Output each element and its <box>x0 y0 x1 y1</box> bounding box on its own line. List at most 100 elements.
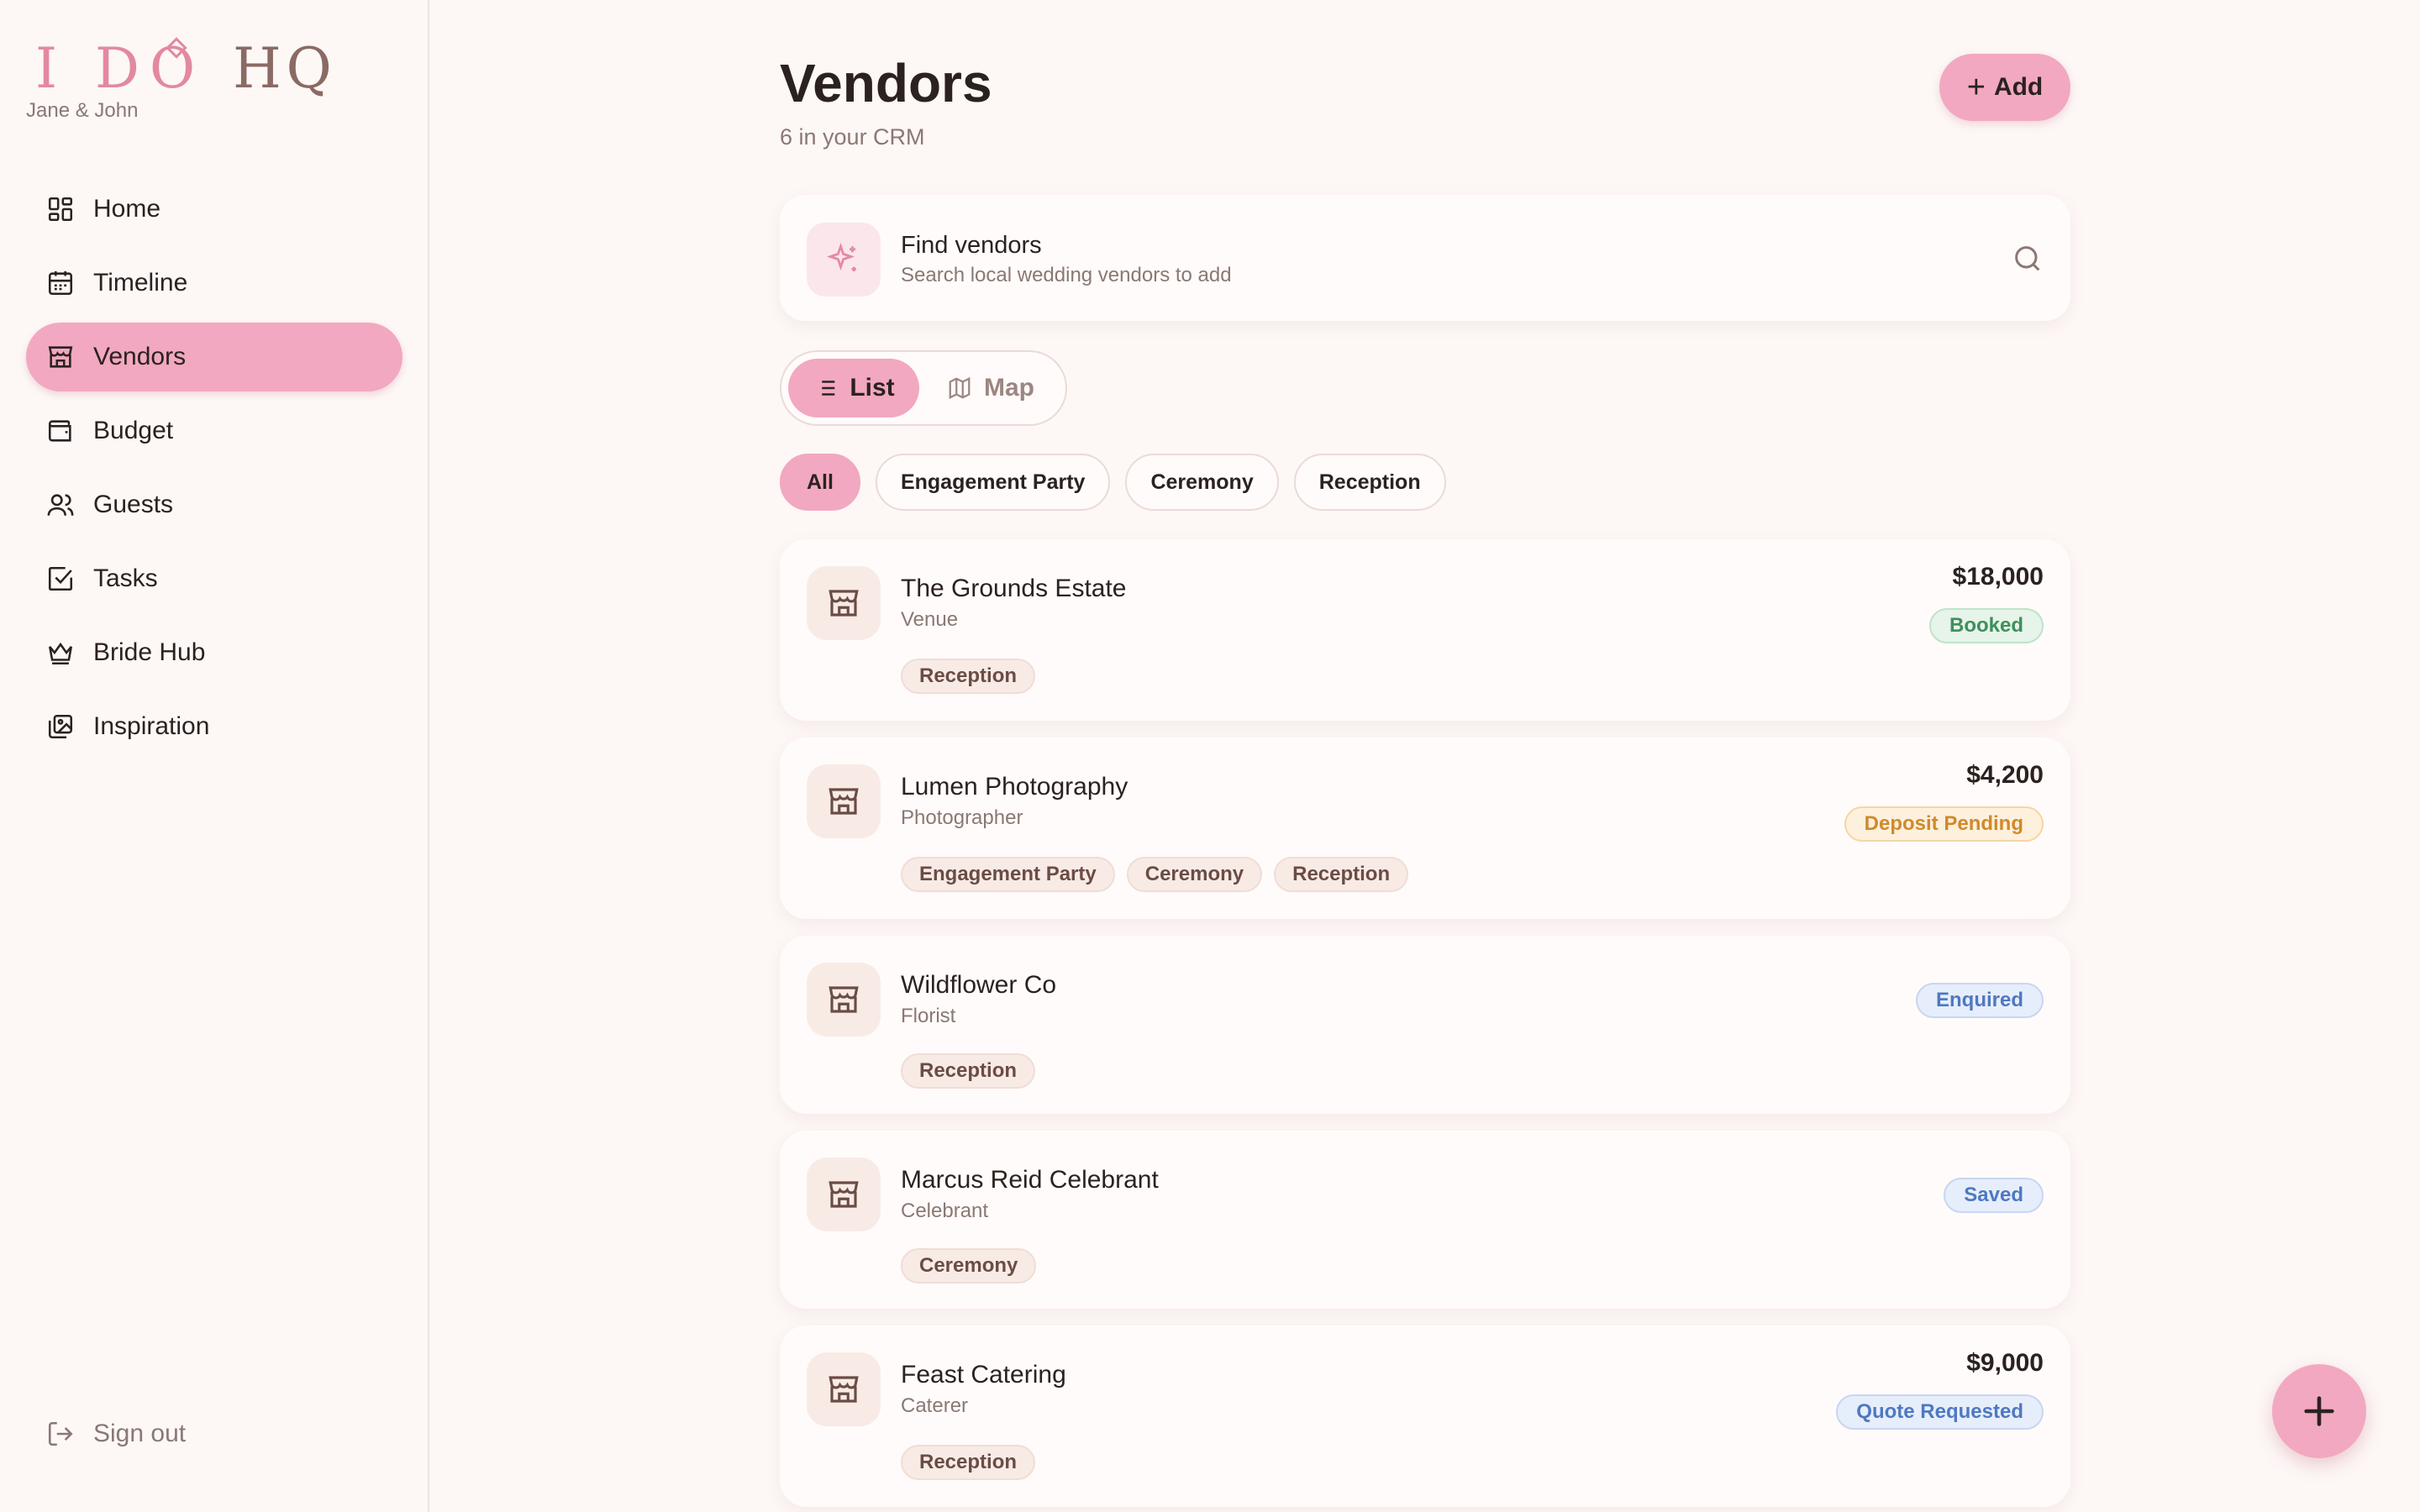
images-icon <box>48 714 73 739</box>
sidebar-item-label: Bride Hub <box>93 638 206 666</box>
status-badge: Enquired <box>1915 983 2044 1018</box>
store-icon <box>829 788 859 815</box>
calendar-icon <box>48 270 73 296</box>
store-icon <box>829 986 859 1013</box>
couple-name: Jane & John <box>26 99 139 122</box>
vendor-icon-box <box>807 1158 881 1231</box>
store-icon <box>48 346 73 368</box>
sidebar-item-label: Vendors <box>93 343 187 370</box>
vendor-tags: Reception <box>901 1445 1047 1480</box>
vendor-tags: Reception <box>901 659 1047 694</box>
filter-chip-all[interactable]: All <box>780 454 860 511</box>
search-icon[interactable] <box>2011 242 2044 276</box>
sidebar-item-inspiration[interactable]: Inspiration <box>26 692 402 761</box>
vendor-icon-box <box>807 566 881 640</box>
vendor-category: Photographer <box>901 806 1023 829</box>
sign-out-button[interactable]: Sign out <box>46 1420 186 1448</box>
sidebar-nav: Home Timeline Vendors Budget Guests Task… <box>26 175 402 766</box>
vendor-name: Lumen Photography <box>901 773 1128 801</box>
grid-icon <box>48 197 73 222</box>
filter-chip-engagement-party[interactable]: Engagement Party <box>875 454 1111 511</box>
logo-text: I DO <box>35 36 206 101</box>
status-badge: Quote Requested <box>1836 1394 2044 1430</box>
logo-hq: HQ <box>233 36 337 101</box>
sparkle-icon <box>826 242 856 271</box>
list-view-button[interactable]: List <box>788 359 919 417</box>
vendor-tag: Reception <box>901 659 1036 694</box>
sidebar-item-guests[interactable]: Guests <box>26 470 402 539</box>
vendor-icon-box <box>807 764 881 838</box>
store-icon <box>829 1376 859 1403</box>
vendor-tag: Reception <box>1274 857 1409 892</box>
vendor-count: 6 in your CRM <box>780 124 925 150</box>
plus-icon <box>2304 1396 2334 1426</box>
sidebar-item-budget[interactable]: Budget <box>26 396 402 465</box>
sidebar-item-label: Inspiration <box>93 712 210 740</box>
floating-add-button[interactable] <box>2272 1364 2366 1458</box>
vendor-tag: Reception <box>901 1053 1036 1089</box>
vendor-tag: Engagement Party <box>901 857 1115 892</box>
vendor-category: Caterer <box>901 1394 969 1417</box>
status-badge: Booked <box>1928 608 2044 643</box>
sidebar-item-vendors[interactable]: Vendors <box>26 323 402 391</box>
vendor-category: Celebrant <box>901 1200 989 1222</box>
store-icon <box>829 590 859 617</box>
app-logo[interactable]: I DO HQ <box>35 37 337 101</box>
vendor-tag: Reception <box>901 1445 1036 1480</box>
sidebar-item-label: Tasks <box>93 564 158 592</box>
check-square-icon <box>48 566 73 591</box>
vendor-name: The Grounds Estate <box>901 575 1127 602</box>
sidebar-item-label: Budget <box>93 417 174 444</box>
map-view-label: Map <box>984 374 1034 402</box>
wallet-icon <box>48 420 71 442</box>
sidebar-item-label: Home <box>93 195 161 223</box>
vendor-category: Venue <box>901 608 959 631</box>
sidebar-item-bride-hub[interactable]: Bride Hub <box>26 618 402 687</box>
sidebar-item-tasks[interactable]: Tasks <box>26 544 402 613</box>
vendor-price: $18,000 <box>1952 563 2044 591</box>
vendor-card[interactable]: Feast Catering Caterer Reception $9,000 … <box>780 1326 2070 1507</box>
status-badge: Saved <box>1944 1178 2044 1213</box>
users-icon <box>47 494 74 516</box>
vendor-name: Feast Catering <box>901 1361 1066 1389</box>
page-title: Vendors <box>780 53 992 113</box>
vendor-tag: Ceremony <box>901 1248 1037 1284</box>
find-vendors-title: Find vendors <box>901 232 1042 259</box>
list-view-label: List <box>850 374 895 402</box>
sidebar: I DO HQ Jane & John Home Timeline Vendor… <box>0 0 429 1512</box>
vendor-name: Marcus Reid Celebrant <box>901 1166 1159 1194</box>
vendor-tags: Ceremony <box>901 1248 1048 1284</box>
vendor-price: $9,000 <box>1966 1349 2044 1377</box>
view-toggle: List Map <box>780 350 1067 426</box>
vendor-card[interactable]: Lumen Photography Photographer Engagemen… <box>780 738 2070 919</box>
find-vendors-card[interactable]: Find vendors Search local wedding vendor… <box>780 195 2070 321</box>
find-vendors-icon-box <box>807 223 881 297</box>
list-icon <box>817 381 835 396</box>
vendor-card[interactable]: Wildflower Co Florist Reception Enquired <box>780 936 2070 1114</box>
add-vendor-button[interactable]: + Add <box>1939 54 2070 121</box>
vendor-tags: Reception <box>901 1053 1047 1089</box>
store-icon <box>829 1181 859 1208</box>
filter-chip-ceremony[interactable]: Ceremony <box>1125 454 1279 511</box>
sidebar-item-home[interactable]: Home <box>26 175 402 244</box>
vendor-card[interactable]: The Grounds Estate Venue Reception $18,0… <box>780 539 2070 721</box>
vendor-icon-box <box>807 963 881 1037</box>
sidebar-item-label: Timeline <box>93 269 188 297</box>
vendor-price: $4,200 <box>1966 761 2044 789</box>
add-button-label: Add <box>1993 73 2044 101</box>
find-vendors-subtitle: Search local wedding vendors to add <box>901 264 1232 286</box>
status-badge: Deposit Pending <box>1844 806 2044 842</box>
log-out-icon <box>48 1421 73 1446</box>
sidebar-item-timeline[interactable]: Timeline <box>26 249 402 318</box>
vendor-icon-box <box>807 1352 881 1426</box>
filter-chip-reception[interactable]: Reception <box>1293 454 1446 511</box>
vendor-tags: Engagement Party Ceremony Reception <box>901 857 1420 892</box>
plus-icon: + <box>1966 69 1986 105</box>
map-view-button[interactable]: Map <box>936 359 1045 417</box>
map-icon <box>949 376 971 400</box>
vendor-tag: Ceremony <box>1126 857 1263 892</box>
vendor-card[interactable]: Marcus Reid Celebrant Celebrant Ceremony… <box>780 1131 2070 1309</box>
filter-chips: All Engagement Party Ceremony Reception <box>780 454 1461 511</box>
vendor-name: Wildflower Co <box>901 971 1057 999</box>
crown-icon <box>48 642 73 665</box>
